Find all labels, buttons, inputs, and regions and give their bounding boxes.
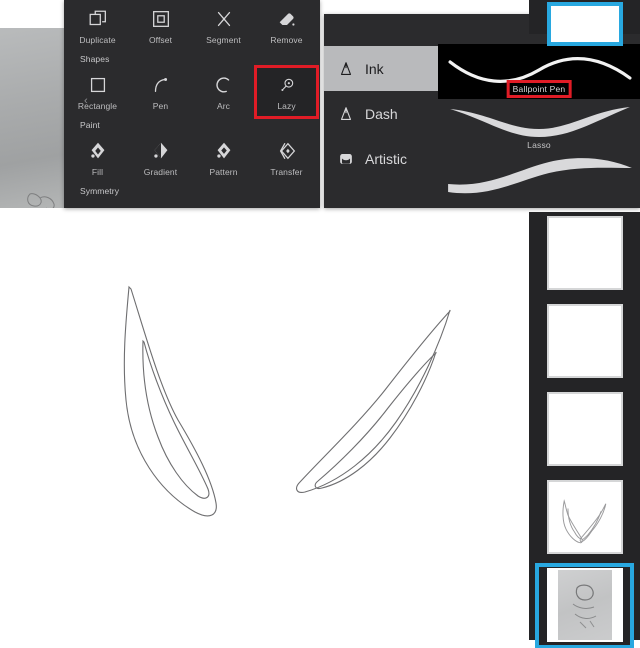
brush-category-artistic[interactable]: Artistic <box>324 136 438 181</box>
brush-item-ballpoint-pen[interactable]: Ballpoint Pen <box>438 44 640 99</box>
tool-offset[interactable]: Offset <box>129 0 192 52</box>
lazy-icon <box>274 72 300 98</box>
brush-category-list: Ink Dash Artistic <box>324 44 438 208</box>
section-header-symmetry: Symmetry <box>80 186 120 196</box>
remove-eraser-icon <box>274 6 300 32</box>
brush-nib-icon <box>336 104 356 124</box>
reference-sketch-lines <box>27 193 55 208</box>
brush-panel-body: Ink Dash Artistic Ballpoint Pen Lasso <box>324 44 640 208</box>
rectangle-icon <box>85 72 111 98</box>
brush-preview-stroke <box>448 158 632 194</box>
tool-remove[interactable]: Remove <box>255 0 318 52</box>
tool-label: Pattern <box>209 167 238 177</box>
tool-label: Transfer <box>270 167 303 177</box>
layer-thumbnail <box>546 568 623 642</box>
layer-item[interactable] <box>536 212 633 296</box>
section-header-shapes: Shapes <box>80 54 110 64</box>
arc-icon <box>211 72 237 98</box>
brush-nib-icon <box>336 59 356 79</box>
tool-label: Pen <box>152 101 169 111</box>
tool-segment[interactable]: Segment <box>192 0 255 52</box>
layer-thumbnail <box>546 216 623 290</box>
tool-fill[interactable]: Fill <box>66 132 129 184</box>
tool-rectangle[interactable]: Rectangle <box>66 66 129 118</box>
brush-category-dash[interactable]: Dash <box>324 91 438 136</box>
brush-category-label: Ink <box>365 60 384 77</box>
brush-name-label: Ballpoint Pen <box>506 80 572 98</box>
tool-duplicate[interactable]: Duplicate <box>66 0 129 52</box>
pen-icon <box>148 72 174 98</box>
layer-thumbnail <box>546 480 623 554</box>
layer-item-ears[interactable] <box>536 476 633 560</box>
tool-arc[interactable]: Arc <box>192 66 255 118</box>
brush-category-label: Dash <box>365 105 398 122</box>
tool-label: Remove <box>270 35 303 45</box>
layer-item[interactable] <box>536 388 633 472</box>
tool-row-paint: Fill Gradient Pattern Transfer <box>64 132 320 184</box>
tool-row-actions: Duplicate Offset Segment Remove <box>64 0 320 52</box>
tool-lazy[interactable]: Lazy <box>254 65 319 119</box>
layer-thumbnail <box>546 2 623 46</box>
pattern-icon <box>211 138 237 164</box>
tool-transfer[interactable]: Transfer <box>255 132 318 184</box>
tool-gradient[interactable]: Gradient <box>129 132 192 184</box>
thumbnail-sketch-lines <box>572 584 596 629</box>
layer-thumbnail <box>546 392 623 466</box>
tool-label: Rectangle <box>77 101 118 111</box>
layers-strip[interactable] <box>529 212 640 648</box>
fill-icon <box>85 138 111 164</box>
segment-icon <box>211 6 237 32</box>
offset-icon <box>148 6 174 32</box>
brush-item-lasso[interactable]: Lasso <box>438 99 640 154</box>
tool-label: Arc <box>216 101 231 111</box>
brush-category-label: Artistic <box>365 150 407 167</box>
tool-label: Duplicate <box>79 35 116 45</box>
transfer-icon <box>274 138 300 164</box>
tool-label: Fill <box>91 167 104 177</box>
tools-panel[interactable]: ‹ Duplicate Offset Segment Remove Shapes… <box>64 0 320 208</box>
tool-label: Gradient <box>143 167 178 177</box>
brush-category-ink[interactable]: Ink <box>324 46 438 91</box>
layer-thumbnail-artwork <box>561 499 606 544</box>
layer-item-partial-top[interactable] <box>529 0 640 46</box>
section-header-paint: Paint <box>80 120 100 130</box>
tool-label: Segment <box>206 35 241 45</box>
brush-name-label: Lasso <box>527 140 551 150</box>
paint-bucket-icon <box>336 149 356 169</box>
brush-item-third[interactable] <box>438 154 640 208</box>
layer-item[interactable] <box>536 300 633 384</box>
reference-photo-overlay[interactable] <box>0 28 66 208</box>
brush-list[interactable]: Ballpoint Pen Lasso <box>438 44 640 208</box>
tool-label: Lazy <box>277 101 296 111</box>
layer-item-selected[interactable] <box>535 563 634 648</box>
layer-thumbnail <box>546 304 623 378</box>
tool-pattern[interactable]: Pattern <box>192 132 255 184</box>
tool-label: Offset <box>148 35 173 45</box>
layer-thumbnail-photo <box>557 570 612 640</box>
duplicate-icon <box>85 6 111 32</box>
tool-row-shapes: Rectangle Pen Arc Lazy <box>64 65 320 119</box>
gradient-icon <box>148 138 174 164</box>
tool-pen[interactable]: Pen <box>129 66 192 118</box>
